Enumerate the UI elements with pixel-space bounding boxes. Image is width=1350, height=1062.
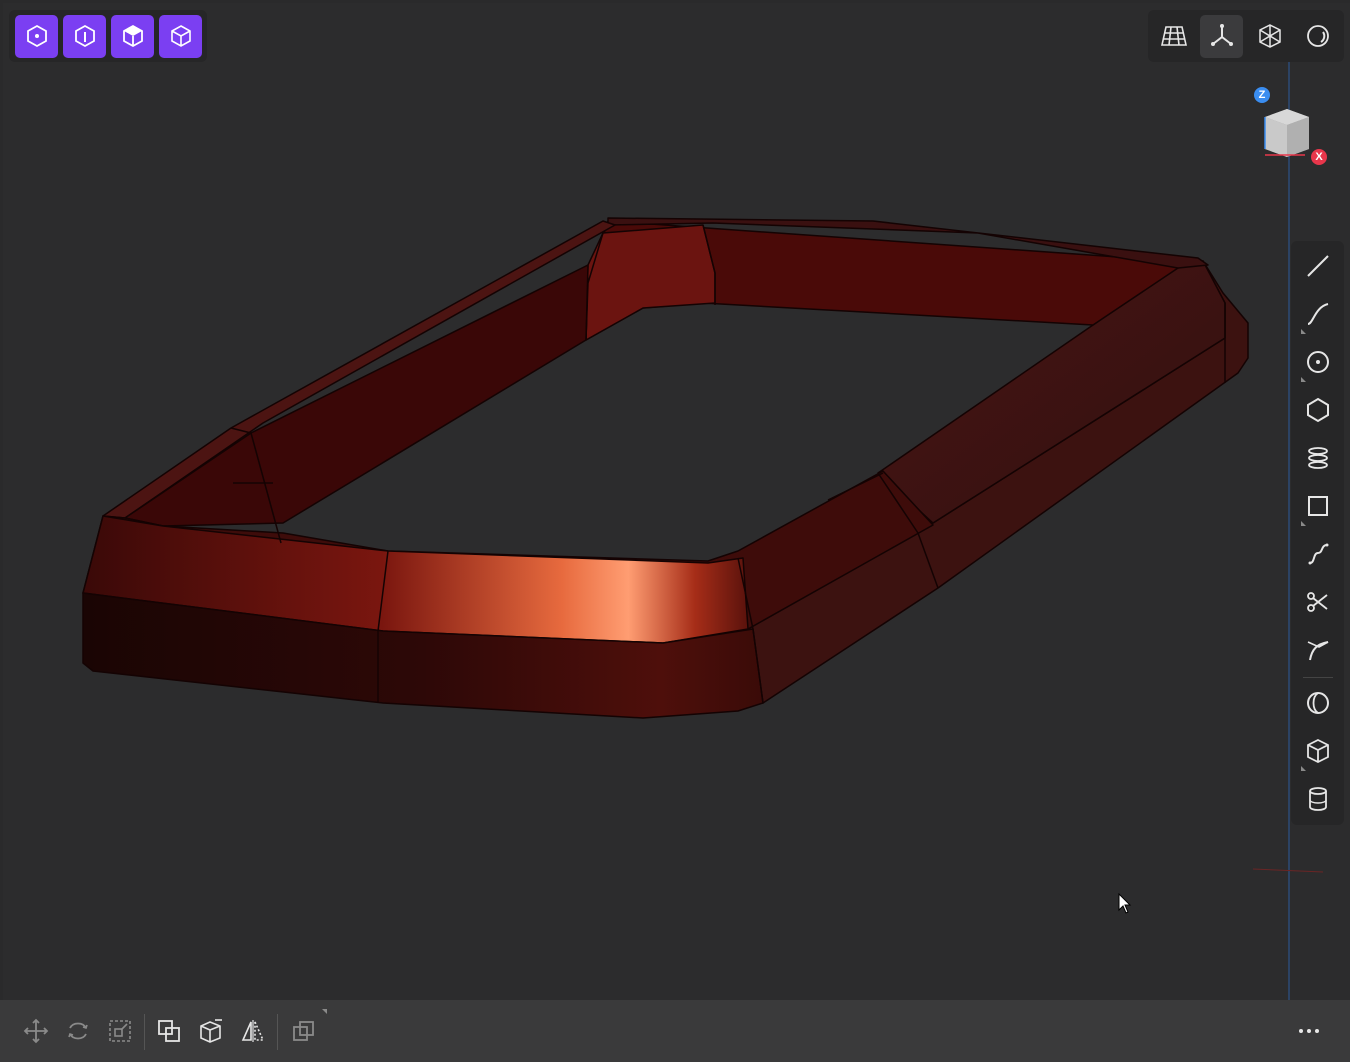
copy-icon bbox=[158, 1020, 180, 1042]
view-cube[interactable] bbox=[1257, 103, 1317, 163]
move-icon bbox=[23, 1018, 49, 1044]
creation-toolbar bbox=[1291, 241, 1344, 825]
model-canvas[interactable] bbox=[3, 3, 1350, 1000]
line-icon bbox=[1306, 255, 1329, 277]
scissors-icon bbox=[1306, 592, 1328, 612]
extrude-face-icon bbox=[200, 1019, 222, 1043]
line-tool-button[interactable] bbox=[1295, 245, 1340, 287]
x-axis-line bbox=[1252, 868, 1324, 873]
scissors-tool-button[interactable] bbox=[1295, 581, 1340, 623]
front-view-button[interactable] bbox=[63, 14, 106, 58]
z-axis-label[interactable]: Z bbox=[1254, 87, 1270, 103]
rotate-tool-button[interactable] bbox=[59, 1012, 97, 1050]
more-options-button[interactable] bbox=[1288, 1012, 1330, 1050]
revolve-tool-button[interactable] bbox=[1295, 682, 1340, 724]
spline-icon bbox=[1308, 543, 1328, 565]
wire-view-icon bbox=[170, 25, 191, 47]
extrude-face-tool-button[interactable] bbox=[192, 1012, 230, 1050]
mirror-tool-button[interactable] bbox=[234, 1012, 272, 1050]
circle-tool-button[interactable] bbox=[1295, 341, 1340, 383]
top-view-button[interactable] bbox=[15, 14, 58, 58]
revolve-icon bbox=[1306, 692, 1329, 714]
grid-toggle-button[interactable] bbox=[1152, 15, 1195, 58]
3d-viewport[interactable]: Z X bbox=[3, 3, 1350, 1000]
scale-tool-button[interactable] bbox=[101, 1012, 139, 1050]
duplicate-icon bbox=[293, 1021, 314, 1041]
rectangle-tool-button[interactable] bbox=[1295, 485, 1340, 527]
lighting-icon bbox=[1306, 25, 1329, 47]
rotate-icon bbox=[68, 1022, 88, 1040]
box-icon bbox=[1306, 738, 1329, 764]
circle-icon bbox=[1306, 351, 1329, 373]
spline-tool-button[interactable] bbox=[1295, 533, 1340, 575]
box-tool-button[interactable] bbox=[1295, 730, 1340, 772]
curve-icon bbox=[1307, 303, 1328, 325]
cylinder-icon bbox=[1308, 787, 1327, 811]
wireframe-toggle-button[interactable] bbox=[1248, 15, 1291, 58]
rectangle-icon bbox=[1307, 496, 1328, 516]
iso-view-icon bbox=[122, 24, 143, 48]
stack-icon bbox=[1307, 447, 1328, 469]
axes-toggle-button[interactable] bbox=[1200, 14, 1243, 58]
cylinder-tool-button[interactable] bbox=[1295, 778, 1340, 820]
polygon-tool-button[interactable] bbox=[1295, 389, 1340, 431]
axes-icon bbox=[1210, 24, 1233, 46]
copy-tool-button[interactable] bbox=[150, 1012, 188, 1050]
wire-view-button[interactable] bbox=[159, 14, 202, 58]
polygon-icon bbox=[1306, 397, 1329, 423]
grid-icon bbox=[1160, 26, 1187, 46]
trim-tool-button[interactable] bbox=[1295, 629, 1340, 671]
frame-model bbox=[82, 217, 1249, 719]
trim-icon bbox=[1307, 641, 1328, 661]
wireframe-icon bbox=[1258, 24, 1281, 48]
front-view-icon bbox=[74, 24, 95, 48]
mouse-cursor-icon bbox=[1118, 893, 1132, 914]
transform-toolbar bbox=[0, 1000, 1350, 1062]
lighting-toggle-button[interactable] bbox=[1296, 15, 1339, 58]
scale-icon bbox=[109, 1020, 131, 1042]
view-toolbar bbox=[9, 10, 207, 62]
duplicate-tool-button[interactable] bbox=[285, 1009, 327, 1050]
top-view-icon bbox=[26, 24, 47, 48]
mirror-icon bbox=[241, 1020, 265, 1042]
move-tool-button[interactable] bbox=[17, 1012, 55, 1050]
display-toolbar bbox=[1148, 10, 1344, 62]
iso-view-button[interactable] bbox=[111, 14, 154, 58]
curve-tool-button[interactable] bbox=[1295, 293, 1340, 335]
stack-tool-button[interactable] bbox=[1295, 437, 1340, 479]
